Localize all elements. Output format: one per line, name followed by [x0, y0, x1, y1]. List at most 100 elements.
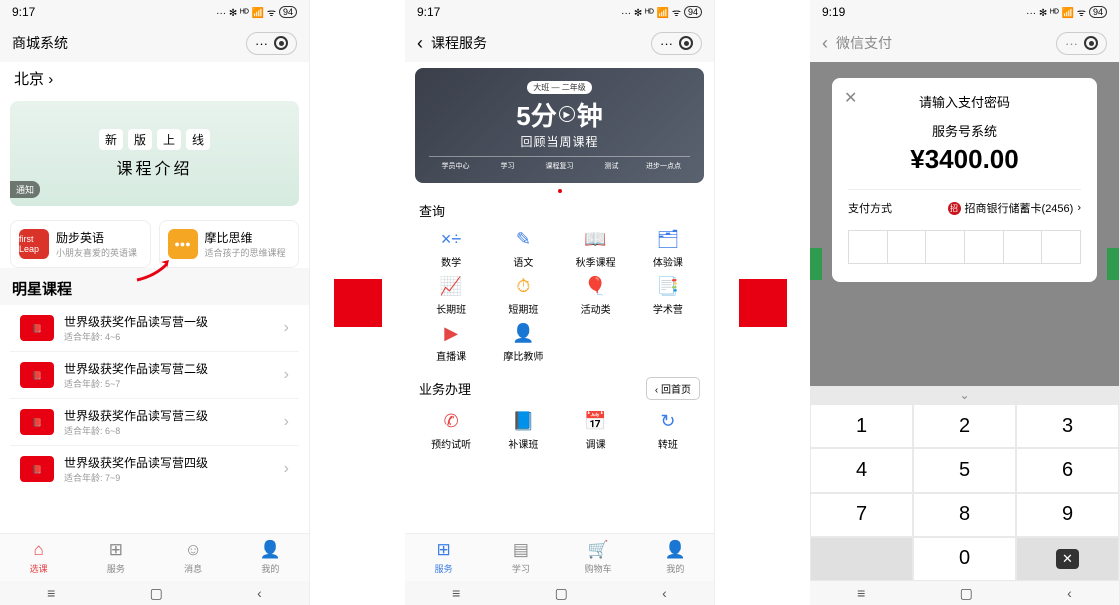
service-秋季课程[interactable]: 📖秋季课程: [560, 228, 632, 269]
course-icon: 📕: [20, 362, 54, 388]
card-subtitle: 小朋友喜爱的英语课: [56, 246, 137, 259]
course-item[interactable]: 📕 世界级获奖作品读写营三级 适合年龄: 6~8 ›: [10, 399, 299, 446]
service-补课班[interactable]: 📘 补课班: [487, 410, 559, 451]
miniprogram-capsule[interactable]: ···: [1056, 32, 1107, 55]
banner-badge: 版: [128, 129, 152, 150]
hero-banner[interactable]: 新版上线 课程介绍 通知: [10, 101, 299, 206]
nav-header: ‹ 课程服务 ···: [405, 24, 714, 62]
video-banner[interactable]: 大班 — 二年级 5分 ▶ 钟 回顾当周课程 学员中心学习课程复习测试进步一点点: [415, 68, 704, 183]
tab-label: 选课: [30, 562, 48, 575]
card-icon: first Leap: [19, 229, 49, 259]
service-预约试听[interactable]: ✆预约试听: [415, 410, 487, 451]
tab-icon: ▤: [513, 540, 529, 560]
payment-method-row[interactable]: 支付方式 招 招商银行储蓄卡(2456) ›: [848, 189, 1081, 230]
service-icon: 📅: [585, 410, 607, 432]
method-label: 支付方式: [848, 200, 892, 216]
chevron-right-icon: ›: [284, 366, 289, 384]
service-label: 短期班: [508, 301, 538, 316]
service-数学[interactable]: ×÷数学: [415, 228, 487, 269]
tab-label: 服务: [435, 562, 453, 575]
service-label: 体验课: [653, 254, 683, 269]
digit-7-key[interactable]: 7: [811, 494, 912, 536]
service-label: 补课班: [508, 436, 538, 451]
digit-2-key[interactable]: 2: [914, 405, 1015, 447]
payment-amount: ¥3400.00: [848, 144, 1081, 175]
service-label: 活动类: [581, 301, 611, 316]
tab-消息[interactable]: ☺消息: [155, 534, 232, 581]
tab-选课[interactable]: ⌂ 选课: [0, 534, 77, 581]
menu-icon[interactable]: ≡: [47, 585, 55, 601]
back-icon[interactable]: ‹: [257, 585, 262, 601]
tab-我的[interactable]: 👤我的: [232, 534, 309, 581]
service-label: 摩比教师: [503, 348, 543, 363]
back-button[interactable]: ‹: [417, 33, 423, 54]
card-title: 摩比思维: [205, 229, 286, 246]
service-直播课[interactable]: ▶直播课: [415, 322, 487, 363]
service-长期班[interactable]: 📈长期班: [415, 275, 487, 316]
step: 学员中心: [429, 161, 481, 171]
pin-input[interactable]: [848, 230, 1081, 264]
backspace-key[interactable]: ✕: [1017, 538, 1118, 580]
digit-0-key[interactable]: 0: [914, 538, 1015, 580]
status-bar: 9:17 ··· ✻ ᴴᴰ 📶 ᯤ 94: [0, 0, 309, 24]
digit-9-key[interactable]: 9: [1017, 494, 1118, 536]
service-label: 秋季课程: [576, 254, 616, 269]
section-title: 查询: [405, 193, 714, 224]
course-subtitle: 适合年龄: 6~8: [64, 424, 208, 437]
step: 学习: [481, 161, 533, 171]
tab-服务[interactable]: ⊞服务: [405, 534, 482, 581]
course-icon: 📕: [20, 456, 54, 482]
banner-badge: 新: [99, 129, 123, 150]
menu-icon[interactable]: ≡: [857, 585, 865, 601]
back-button[interactable]: ‹: [822, 33, 828, 54]
close-button[interactable]: ✕: [844, 88, 857, 108]
miniprogram-capsule[interactable]: ···: [651, 32, 702, 55]
digit-6-key[interactable]: 6: [1017, 449, 1118, 491]
back-icon[interactable]: ‹: [1067, 585, 1072, 601]
service-转班[interactable]: ↻转班: [632, 410, 704, 451]
digit-4-key[interactable]: 4: [811, 449, 912, 491]
tab-购物车[interactable]: 🛒购物车: [560, 534, 637, 581]
notice-badge: 通知: [10, 181, 40, 198]
status-time: 9:17: [12, 5, 35, 19]
digit-1-key[interactable]: 1: [811, 405, 912, 447]
tab-我的[interactable]: 👤我的: [637, 534, 714, 581]
course-item[interactable]: 📕 世界级获奖作品读写营四级 适合年龄: 7~9 ›: [10, 446, 299, 492]
location-picker[interactable]: 北京 ›: [0, 62, 309, 95]
service-体验课[interactable]: 🗂体验课: [632, 228, 704, 269]
keypad-collapse[interactable]: ⌄: [810, 386, 1119, 404]
service-语文[interactable]: ✎语文: [487, 228, 559, 269]
home-icon[interactable]: ▢: [960, 585, 973, 602]
service-学术营[interactable]: 📑学术营: [632, 275, 704, 316]
course-icon: 📕: [20, 315, 54, 341]
bank-icon: 招: [948, 202, 961, 215]
tab-label: 我的: [261, 562, 279, 575]
service-icon: 📘: [512, 410, 534, 432]
home-icon[interactable]: ▢: [150, 585, 163, 602]
miniprogram-capsule[interactable]: ···: [246, 32, 297, 55]
tab-icon: ⌂: [33, 540, 43, 560]
tab-学习[interactable]: ▤学习: [482, 534, 559, 581]
tab-服务[interactable]: ⊞服务: [77, 534, 154, 581]
service-短期班[interactable]: ⏱短期班: [487, 275, 559, 316]
tab-label: 服务: [107, 562, 125, 575]
chevron-right-icon: ›: [284, 319, 289, 337]
status-bar: 9:19 ··· ✻ ᴴᴰ 📶 ᯤ 94: [810, 0, 1119, 24]
service-活动类[interactable]: 🎈活动类: [560, 275, 632, 316]
back-home-button[interactable]: ‹ 回首页: [646, 377, 700, 400]
course-item[interactable]: 📕 世界级获奖作品读写营一级 适合年龄: 4~6 ›: [10, 305, 299, 352]
service-调课[interactable]: 📅调课: [560, 410, 632, 451]
course-title: 世界级获奖作品读写营四级: [64, 454, 208, 471]
back-icon[interactable]: ‹: [662, 585, 667, 601]
course-item[interactable]: 📕 世界级获奖作品读写营二级 适合年龄: 5~7 ›: [10, 352, 299, 399]
menu-icon[interactable]: ≡: [452, 585, 460, 601]
category-card[interactable]: first Leap 励步英语 小朋友喜爱的英语课: [10, 220, 151, 268]
digit-8-key[interactable]: 8: [914, 494, 1015, 536]
service-摩比教师[interactable]: 👤摩比教师: [487, 322, 559, 363]
home-icon[interactable]: ▢: [555, 585, 568, 602]
category-card[interactable]: ●●● 摩比思维 适合孩子的思维课程: [159, 220, 300, 268]
banner-sub: 回顾当周课程: [520, 133, 598, 150]
digit-3-key[interactable]: 3: [1017, 405, 1118, 447]
digit-5-key[interactable]: 5: [914, 449, 1015, 491]
status-icons: ··· ✻ ᴴᴰ 📶 ᯤ 94: [621, 5, 702, 19]
